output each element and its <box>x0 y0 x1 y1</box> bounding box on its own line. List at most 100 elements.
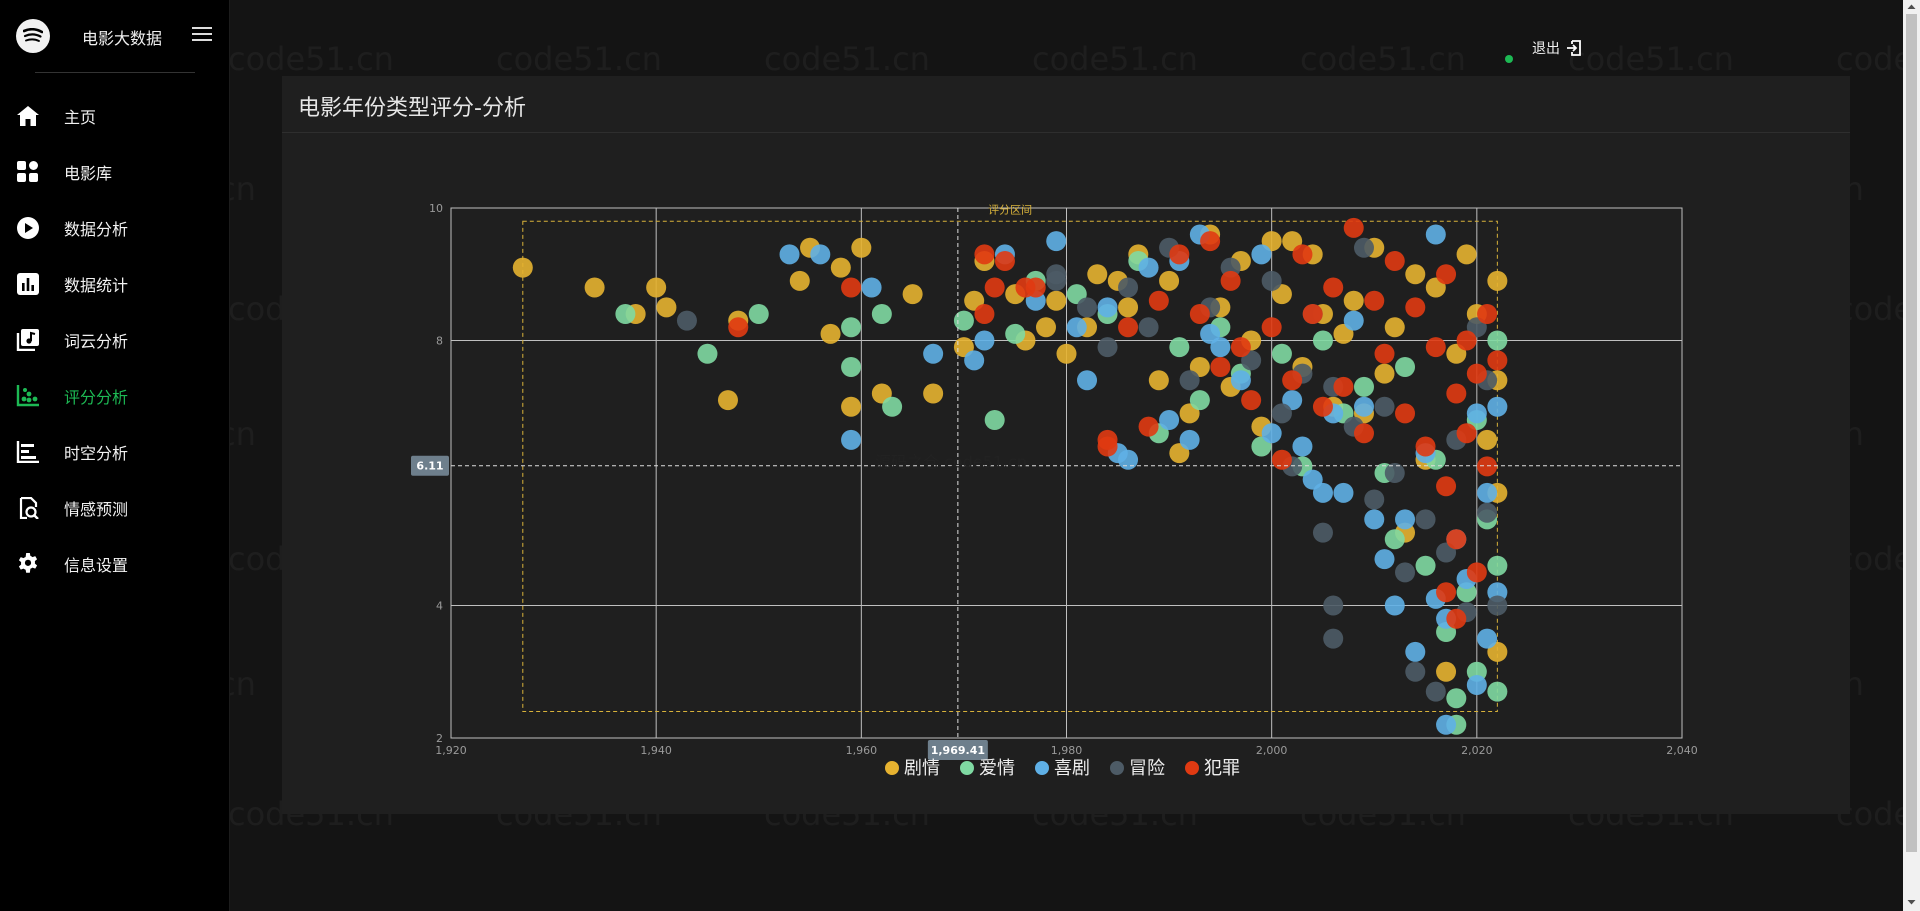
data-point <box>1395 357 1416 377</box>
data-point <box>1436 661 1457 682</box>
logout-button[interactable]: 退出 <box>1532 38 1582 58</box>
legend-item-爱情[interactable]: 爱情 <box>960 758 1015 779</box>
data-point <box>1487 555 1508 576</box>
menu-toggle-icon[interactable] <box>192 27 212 43</box>
legend-item-喜剧[interactable]: 喜剧 <box>1035 758 1090 779</box>
data-point <box>1425 224 1446 245</box>
data-point <box>1046 290 1067 311</box>
x-tick-label: 1,980 <box>1051 744 1083 757</box>
sidebar-item-word-cloud[interactable]: 词云分析 <box>0 318 229 362</box>
data-point <box>1415 436 1436 457</box>
data-point <box>1097 297 1118 318</box>
data-point <box>1169 244 1190 265</box>
watermark-text: code51.cn <box>764 40 930 78</box>
data-point <box>1148 290 1169 311</box>
data-point <box>1087 264 1108 285</box>
watermark-text: code51.cn <box>1300 40 1466 78</box>
data-point <box>1436 476 1457 497</box>
sidebar-item-label: 评分分析 <box>64 388 129 407</box>
data-point <box>841 357 862 377</box>
sidebar-item-sentiment-prediction[interactable]: 情感预测 <box>0 486 229 530</box>
data-point <box>1302 304 1323 324</box>
data-point <box>1118 449 1139 470</box>
data-point <box>779 244 800 265</box>
x-tick-label: 1,940 <box>640 744 672 757</box>
data-point <box>1405 661 1426 682</box>
rating-analysis-card: 电影年份类型评分-分析 1,920 1,940 1,960 1,980 2,000 2,0… <box>282 76 1850 814</box>
data-point <box>1323 277 1344 298</box>
data-point <box>994 251 1015 271</box>
data-point <box>1343 310 1364 331</box>
data-point <box>1477 456 1498 477</box>
legend-item-冒险[interactable]: 冒险 <box>1110 758 1165 779</box>
scrollbar-thumb[interactable] <box>1906 14 1917 852</box>
data-point <box>984 410 1005 430</box>
sidebar-item-home[interactable]: 主页 <box>0 94 229 138</box>
data-point <box>1487 330 1508 351</box>
sidebar-item-label: 数据统计 <box>64 276 129 295</box>
data-point <box>974 304 995 324</box>
data-point <box>1077 297 1098 318</box>
sidebar-item-rating-analysis[interactable]: 评分分析 <box>0 374 229 418</box>
sidebar-item-data-statistics[interactable]: 数据统计 <box>0 262 229 306</box>
data-point <box>974 244 995 265</box>
data-point <box>1405 264 1426 285</box>
data-point <box>1169 337 1190 358</box>
sidebar-item-spacetime-analysis[interactable]: 时空分析 <box>0 430 229 474</box>
data-point <box>1384 317 1405 338</box>
data-point <box>1374 396 1395 417</box>
data-point <box>1292 244 1313 265</box>
data-point <box>1118 297 1139 318</box>
data-point <box>923 383 944 404</box>
data-point <box>656 297 677 318</box>
data-point <box>1261 317 1282 338</box>
y-tick-label: 10 <box>429 202 443 215</box>
chart-legend[interactable]: 剧情 爱情 喜剧 冒险 犯罪 <box>885 758 1240 779</box>
axis-pointer-y-label: 6.11 <box>416 460 443 473</box>
data-point <box>1241 390 1262 411</box>
data-point <box>1271 403 1292 424</box>
data-point <box>1405 641 1426 662</box>
legend-item-剧情[interactable]: 剧情 <box>885 758 940 779</box>
data-point <box>1261 270 1282 291</box>
sidebar-item-movie-library[interactable]: 电影库 <box>0 150 229 194</box>
search-document-icon <box>19 497 39 519</box>
sidebar: 电影大数据 主页 电影库 数据分析 数据统计 词云分析 评分分析 时空分析 情感… <box>0 0 230 911</box>
sidebar-item-label: 主页 <box>64 108 97 127</box>
sidebar-item-label: 信息设置 <box>64 556 129 575</box>
data-point <box>851 237 872 258</box>
data-point <box>1066 317 1087 338</box>
data-point <box>1436 714 1457 735</box>
data-point <box>1323 595 1344 616</box>
legend-label: 犯罪 <box>1204 758 1240 779</box>
x-tick-label: 1,920 <box>435 744 467 757</box>
scroll-down-arrow-icon[interactable] <box>1906 896 1917 908</box>
data-point <box>1159 270 1180 291</box>
data-point <box>1159 410 1180 430</box>
sidebar-item-data-analysis[interactable]: 数据分析 <box>0 206 229 250</box>
data-point <box>1271 343 1292 364</box>
x-tick-label: 2,040 <box>1666 744 1698 757</box>
data-point <box>1466 675 1487 695</box>
data-point <box>512 257 533 278</box>
scatter-chart[interactable]: 1,920 1,940 1,960 1,980 2,000 2,020 2,040 2 4 8 10… <box>282 76 1850 814</box>
data-point <box>1333 376 1354 397</box>
data-point <box>1436 582 1457 603</box>
watermark-text: code51.cn <box>496 40 662 78</box>
scroll-up-arrow-icon[interactable] <box>1906 1 1917 13</box>
scatter-chart-icon <box>16 385 39 407</box>
grid-icon <box>17 161 38 182</box>
data-point <box>1456 423 1477 444</box>
app-logo-icon <box>16 19 50 53</box>
data-point <box>1056 343 1077 364</box>
data-point <box>1251 244 1272 265</box>
sidebar-item-settings[interactable]: 信息设置 <box>0 542 229 586</box>
legend-item-犯罪[interactable]: 犯罪 <box>1185 758 1240 779</box>
data-point <box>1456 244 1477 265</box>
sidebar-item-label: 电影库 <box>64 164 113 183</box>
sidebar-divider <box>35 72 195 73</box>
data-point <box>1353 423 1374 444</box>
logout-icon <box>1567 40 1581 56</box>
watermark-text: code51.cn <box>1032 40 1198 78</box>
logout-label: 退出 <box>1532 41 1560 57</box>
